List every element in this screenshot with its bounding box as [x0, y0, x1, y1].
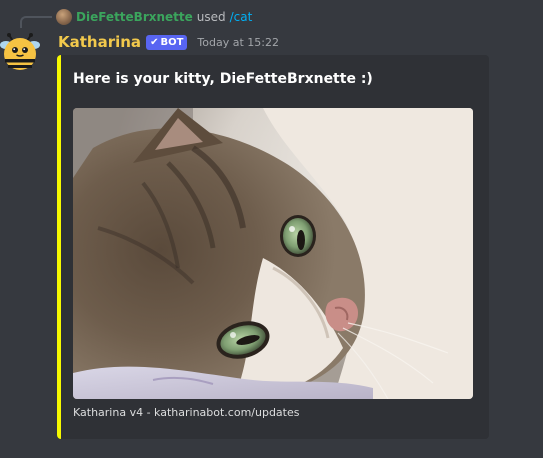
bee-avatar-icon[interactable]	[0, 32, 40, 72]
embed-card: Here is your kitty, DieFetteBrxnette :)	[57, 55, 489, 439]
embed-title: Here is your kitty, DieFetteBrxnette :)	[73, 71, 373, 87]
message-timestamp: Today at 15:22	[197, 35, 279, 49]
reply-used-text: used	[196, 10, 226, 24]
checkmark-icon: ✔	[150, 36, 159, 48]
bot-badge-label: BOT	[160, 36, 184, 48]
reply-username[interactable]: DieFetteBrxnette	[76, 10, 193, 24]
bot-badge: ✔ BOT	[146, 34, 188, 50]
message-header: Katharina ✔ BOT Today at 15:22	[58, 32, 279, 52]
author-username[interactable]: Katharina	[58, 33, 141, 51]
chat-message-area: DieFetteBrxnette used /cat Katharina ✔ B…	[0, 0, 543, 458]
cat-image[interactable]	[73, 108, 473, 399]
reply-user-avatar-icon[interactable]	[56, 9, 72, 25]
reply-reference[interactable]: DieFetteBrxnette used /cat	[56, 8, 252, 26]
embed-footer: Katharina v4 - katharinabot.com/updates	[73, 406, 300, 419]
reply-command[interactable]: /cat	[230, 10, 253, 24]
reply-connector	[20, 16, 52, 28]
